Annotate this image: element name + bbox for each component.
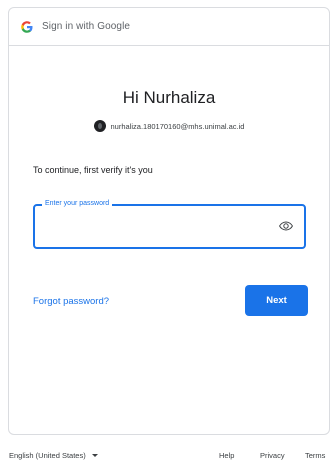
password-input[interactable] [45,216,269,238]
sign-in-card: Sign in with Google Hi Nurhaliza nurhali… [8,7,330,435]
account-email: nurhaliza.180170160@mhs.unimal.ac.id [110,121,245,131]
sign-in-page: Sign in with Google Hi Nurhaliza nurhali… [0,0,334,471]
verify-instruction: To continue, first verify it's you [33,165,153,175]
forgot-password-link[interactable]: Forgot password? [33,296,109,307]
chevron-down-icon [91,454,98,457]
avatar [93,120,106,132]
privacy-link[interactable]: Privacy [260,451,285,460]
password-label: Enter your password [42,200,113,207]
language-label: English (United States) [9,451,86,460]
greeting-heading: Hi Nurhaliza [122,88,216,107]
account-chip[interactable]: nurhaliza.180170160@mhs.unimal.ac.id [9,120,329,132]
google-g-icon [21,20,33,34]
password-field[interactable]: Enter your password [33,200,306,249]
card-header: Sign in with Google [9,8,329,46]
language-select[interactable]: English (United States) [9,451,98,460]
next-button[interactable]: Next [245,285,308,316]
footer: English (United States) Help Privacy Ter… [0,451,334,465]
help-link[interactable]: Help [219,451,234,460]
terms-link[interactable]: Terms [305,451,325,460]
header-title: Sign in with Google [42,21,131,32]
eye-icon[interactable] [278,218,294,234]
